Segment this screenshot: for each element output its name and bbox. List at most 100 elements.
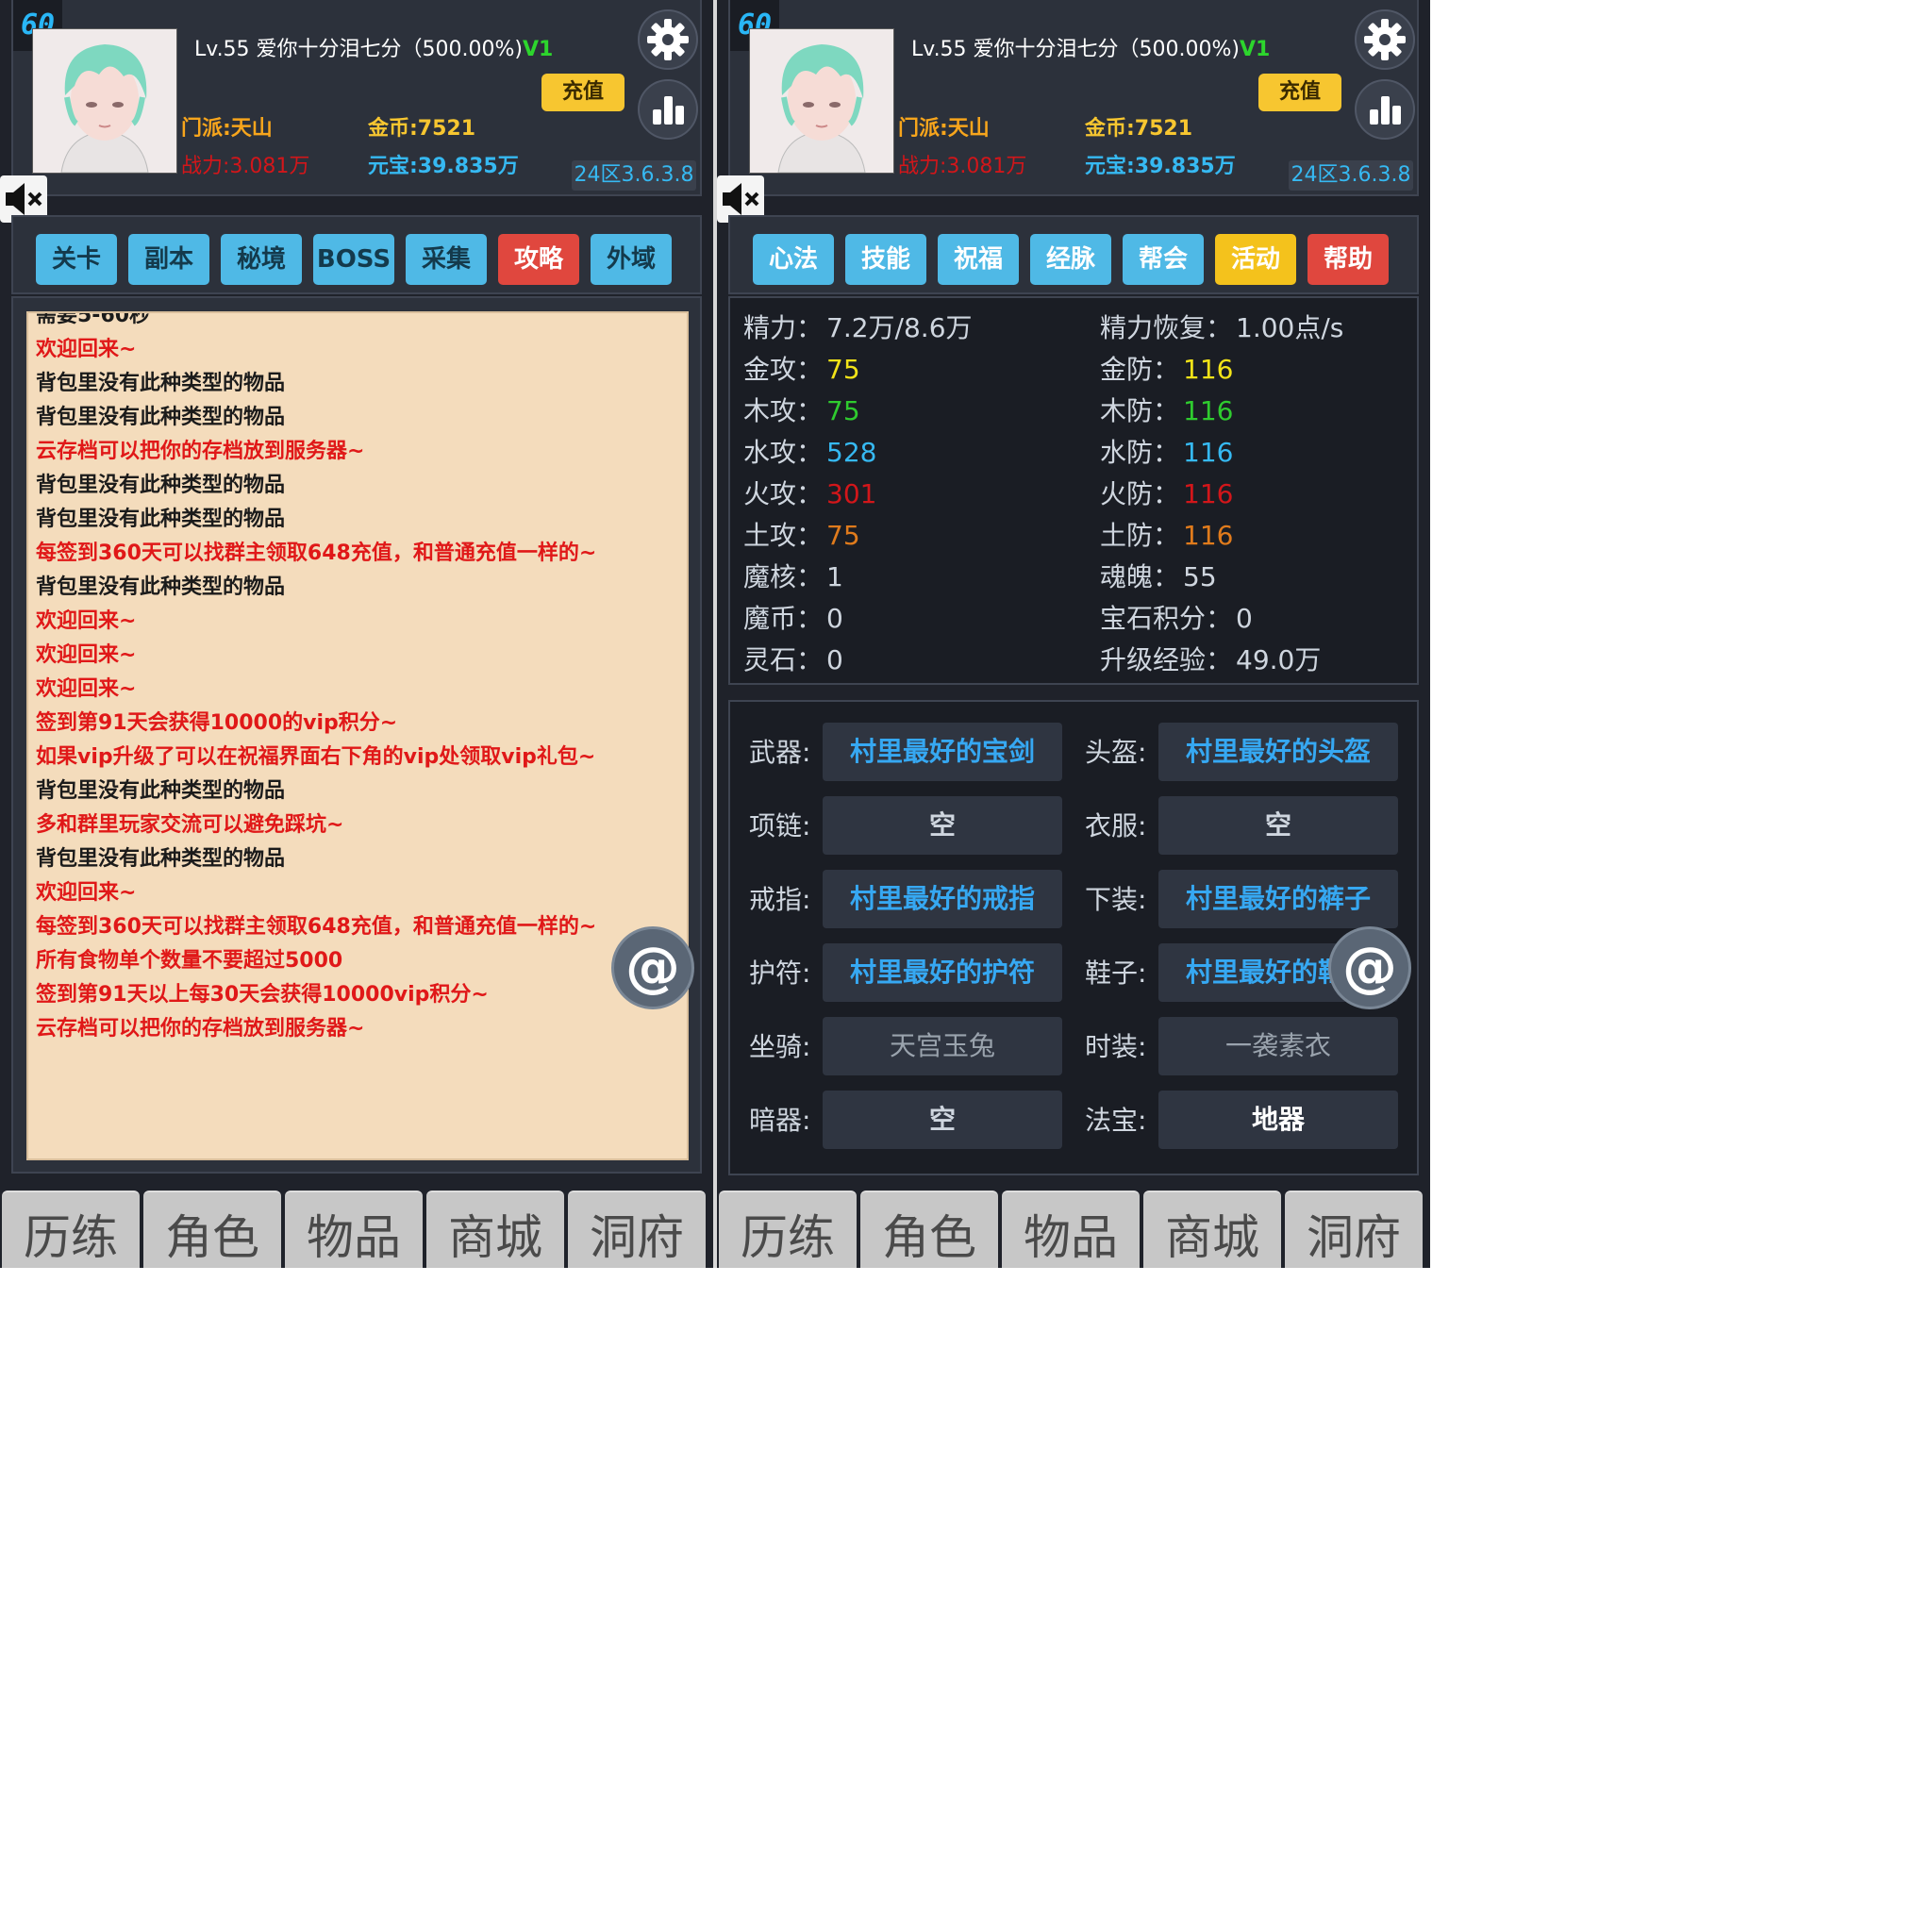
vip-badge: V1 (1240, 38, 1271, 61)
statistics-button[interactable] (1355, 79, 1415, 140)
nav-training[interactable]: 历练 (2, 1191, 140, 1268)
tab-help[interactable]: 帮助 (1307, 234, 1389, 285)
stat-wood-defense: 木防： 116 (1100, 395, 1234, 426)
tab-blessing[interactable]: 祝福 (938, 234, 1019, 285)
equip-label-treasure: 法宝: (1085, 1105, 1147, 1136)
avatar[interactable] (32, 28, 177, 174)
bar-chart-icon (1370, 96, 1401, 125)
mention-button[interactable]: @ (1328, 926, 1411, 1009)
log-line: 背包里没有此种类型的物品 (36, 779, 286, 803)
nav-items[interactable]: 物品 (1002, 1191, 1140, 1268)
message-log-panel: 需要5-60秒 欢迎回来~ 背包里没有此种类型的物品 背包里没有此种类型的物品 … (11, 296, 702, 1174)
log-line: 背包里没有此种类型的物品 (36, 372, 286, 395)
equip-slot-pants[interactable]: 村里最好的裤子 (1158, 870, 1398, 928)
nav-cave[interactable]: 洞府 (568, 1191, 706, 1268)
vip-badge: V1 (523, 38, 554, 61)
nav-cave[interactable]: 洞府 (1285, 1191, 1423, 1268)
tab-gather[interactable]: 采集 (406, 234, 487, 285)
stat-level-exp: 升级经验： 49.0万 (1100, 644, 1322, 675)
equip-label-hidden-weapon: 暗器: (749, 1105, 811, 1136)
equip-slot-mount[interactable]: 天宫玉兔 (823, 1017, 1062, 1075)
statistics-button[interactable] (638, 79, 698, 140)
log-line: 背包里没有此种类型的物品 (36, 575, 286, 599)
equip-label-mount: 坐骑: (749, 1031, 811, 1062)
recharge-button[interactable]: 充值 (1258, 74, 1341, 111)
stat-soul: 魂魄： 55 (1100, 561, 1217, 592)
stat-earth-defense: 土防： 116 (1100, 520, 1234, 551)
stat-stamina: 精力： 7.2万/8.6万 (743, 312, 973, 343)
bar-chart-icon (653, 96, 684, 125)
tab-boss[interactable]: BOSS (313, 234, 394, 285)
log-line: 云存档可以把你的存档放到服务器~ (36, 1017, 365, 1041)
settings-button[interactable] (1355, 9, 1415, 70)
stat-demon-coin: 魔币： 0 (743, 603, 843, 634)
stat-demon-core: 魔核： 1 (743, 561, 843, 592)
nav-character[interactable]: 角色 (860, 1191, 998, 1268)
equip-slot-weapon[interactable]: 村里最好的宝剑 (823, 723, 1062, 781)
equip-label-clothes: 衣服: (1085, 810, 1147, 841)
equipment-panel: 武器: 村里最好的宝剑 头盔: 村里最好的头盔 项链: 空 衣服: 空 戒指: … (728, 700, 1419, 1175)
log-line: 签到第91天会获得10000的vip积分~ (36, 711, 398, 735)
nav-shop[interactable]: 商城 (1143, 1191, 1281, 1268)
tab-skills[interactable]: 技能 (845, 234, 926, 285)
left-tab-bar: 关卡 副本 秘境 BOSS 采集 攻略 外域 (11, 215, 702, 294)
log-line: 欢迎回来~ (36, 677, 137, 701)
avatar[interactable] (749, 28, 894, 174)
nav-shop[interactable]: 商城 (426, 1191, 564, 1268)
log-line: 欢迎回来~ (36, 881, 137, 905)
gold-info: 金币:7521 (368, 117, 476, 141)
mention-button[interactable]: @ (611, 926, 694, 1009)
tab-meridians[interactable]: 经脉 (1030, 234, 1111, 285)
log-line: 欢迎回来~ (36, 643, 137, 667)
player-name-level: Lv.55 爱你十分泪七分（500.00%)V1 (194, 38, 554, 61)
tab-stage[interactable]: 关卡 (36, 234, 117, 285)
stat-spirit-stone: 灵石： 0 (743, 644, 843, 675)
yuanbao-info: 元宝:39.835万 (1085, 155, 1236, 178)
bottom-nav: 历练 角色 物品 商城 洞府 (717, 1191, 1430, 1268)
equip-slot-treasure[interactable]: 地器 (1158, 1091, 1398, 1149)
player-header: 60 Lv.55 爱你十分泪七分（500.00%)V1 充值 门派:天山 金币:… (728, 0, 1419, 196)
log-line: 需要5-60秒 (36, 311, 151, 327)
tab-secret-realm[interactable]: 秘境 (221, 234, 302, 285)
equip-slot-ring[interactable]: 村里最好的戒指 (823, 870, 1062, 928)
equip-label-ring: 戒指: (749, 884, 811, 915)
equip-slot-hidden-weapon[interactable]: 空 (823, 1091, 1062, 1149)
gold-info: 金币:7521 (1085, 117, 1193, 141)
equip-label-helmet: 头盔: (1085, 737, 1147, 768)
log-line: 多和群里玩家交流可以避免踩坑~ (36, 813, 344, 837)
equip-slot-amulet[interactable]: 村里最好的护符 (823, 943, 1062, 1002)
equip-slot-clothes[interactable]: 空 (1158, 796, 1398, 855)
log-line: 所有食物单个数量不要超过5000 (36, 949, 343, 973)
equip-slot-necklace[interactable]: 空 (823, 796, 1062, 855)
stat-stamina-regen: 精力恢复： 1.00点/s (1100, 312, 1344, 343)
sect-info: 门派:天山 (898, 117, 990, 141)
tab-events[interactable]: 活动 (1215, 234, 1296, 285)
settings-button[interactable] (638, 9, 698, 70)
log-line: 云存档可以把你的存档放到服务器~ (36, 440, 365, 463)
equip-label-amulet: 护符: (749, 958, 811, 989)
log-line: 背包里没有此种类型的物品 (36, 406, 286, 429)
nav-character[interactable]: 角色 (143, 1191, 281, 1268)
log-line: 背包里没有此种类型的物品 (36, 474, 286, 497)
tab-dungeon[interactable]: 副本 (128, 234, 209, 285)
combat-power-info: 战力:3.081万 (898, 155, 1027, 178)
equip-slot-helmet[interactable]: 村里最好的头盔 (1158, 723, 1398, 781)
stat-metal-attack: 金攻： 75 (743, 354, 860, 385)
tab-outer-domain[interactable]: 外域 (591, 234, 672, 285)
log-line: 背包里没有此种类型的物品 (36, 847, 286, 871)
nav-items[interactable]: 物品 (285, 1191, 423, 1268)
stat-gem-points: 宝石积分： 0 (1100, 603, 1253, 634)
equip-slot-fashion[interactable]: 一袭素衣 (1158, 1017, 1398, 1075)
tab-guide[interactable]: 攻略 (498, 234, 579, 285)
tab-mind-method[interactable]: 心法 (753, 234, 834, 285)
right-tab-bar: 心法 技能 祝福 经脉 帮会 活动 帮助 (728, 215, 1419, 294)
message-log[interactable]: 需要5-60秒 欢迎回来~ 背包里没有此种类型的物品 背包里没有此种类型的物品 … (26, 311, 689, 1160)
recharge-button[interactable]: 充值 (541, 74, 625, 111)
log-line: 如果vip升级了可以在祝福界面右下角的vip处领取vip礼包~ (36, 745, 596, 769)
tab-guild[interactable]: 帮会 (1123, 234, 1204, 285)
equip-label-fashion: 时装: (1085, 1031, 1147, 1062)
sect-info: 门派:天山 (181, 117, 273, 141)
bottom-nav: 历练 角色 物品 商城 洞府 (0, 1191, 713, 1268)
stat-metal-defense: 金防： 116 (1100, 354, 1234, 385)
nav-training[interactable]: 历练 (719, 1191, 857, 1268)
